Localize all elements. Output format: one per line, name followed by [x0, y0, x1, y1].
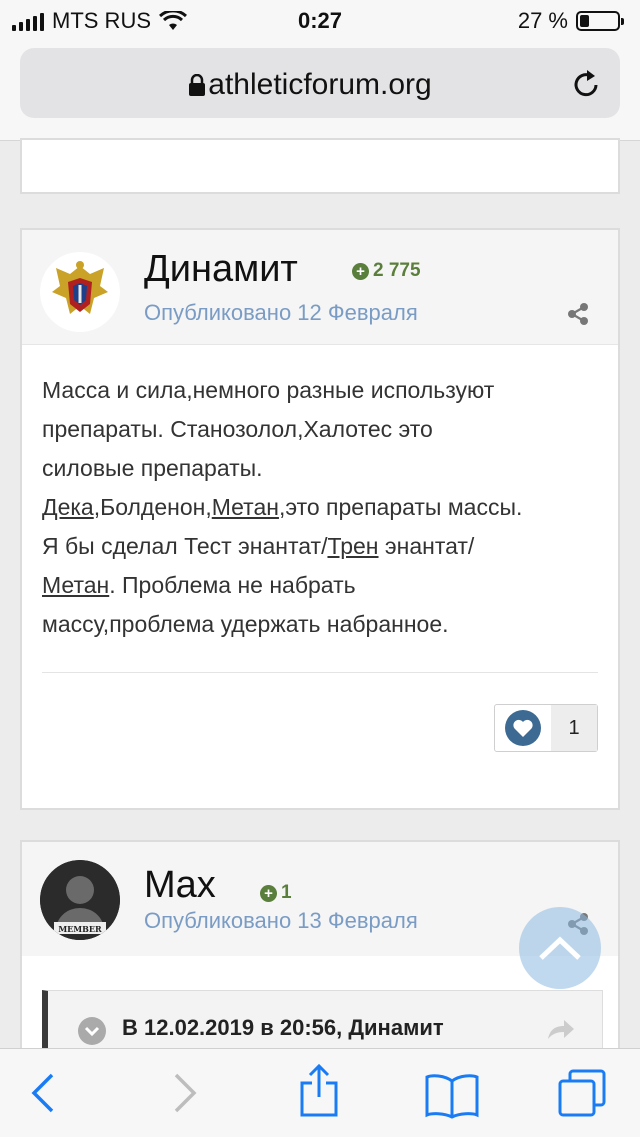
post-line: Дека,Болденон,Метан,это препараты массы. [42, 488, 598, 527]
post-body: Масса и сила,немного разные используют п… [22, 345, 618, 644]
heart-icon [513, 719, 533, 737]
text-fragment: энантат/ [378, 533, 475, 559]
browser-toolbar [0, 1048, 640, 1137]
share-sheet-icon[interactable] [298, 1063, 340, 1117]
post-line: массу,проблема удержать набранное. [42, 611, 449, 637]
reload-icon[interactable] [570, 68, 602, 100]
back-icon[interactable] [30, 1071, 56, 1115]
share-icon[interactable] [566, 302, 590, 326]
address-bar[interactable]: athleticforum.org [20, 48, 620, 118]
previous-post-fragment [20, 138, 620, 194]
text-fragment: . Проблема не набрать [109, 572, 356, 598]
browser-header: athleticforum.org [0, 40, 640, 141]
avatar-label: MEMBER [58, 924, 102, 934]
forward-icon[interactable] [172, 1071, 198, 1115]
plus-icon: + [352, 262, 369, 280]
post-dinamit: Динамит + 2 775 Опубликовано 12 Февраля … [20, 228, 620, 810]
battery-percent: 27 % [517, 8, 568, 33]
post-line: Метан. Проблема не набрать [42, 566, 598, 605]
plus-icon: + [260, 884, 277, 902]
avatar[interactable] [40, 252, 120, 332]
battery-area: 27 % [517, 8, 624, 34]
tabs-icon[interactable] [556, 1067, 608, 1119]
heart-area [495, 705, 551, 751]
scroll-to-top-button[interactable] [519, 907, 601, 989]
quote-header: В 12.02.2019 в 20:56, Динамит [122, 1015, 444, 1040]
reputation-badge: + 1 [260, 882, 292, 904]
divider [42, 672, 598, 673]
text-fragment: ,это препараты массы. [278, 494, 523, 520]
post-line: силовые препараты. [42, 455, 263, 481]
reputation-count: 1 [281, 882, 292, 903]
post-header: Динамит + 2 775 Опубликовано 12 Февраля [22, 230, 618, 345]
link-metan[interactable]: Метан [42, 572, 109, 598]
reputation-badge: + 2 775 [352, 260, 421, 282]
reputation-count: 2 775 [373, 260, 421, 281]
chevron-down-icon[interactable] [78, 1017, 106, 1045]
goto-quote-icon[interactable] [546, 1017, 576, 1041]
post-date[interactable]: Опубликовано 13 Февраля [144, 908, 418, 934]
text-fragment: ,Болденон, [93, 494, 212, 520]
like-button[interactable]: 1 [494, 704, 598, 752]
post-date[interactable]: Опубликовано 12 Февраля [144, 300, 418, 326]
post-line: Масса и сила,немного разные используют [42, 377, 495, 403]
battery-icon [576, 11, 624, 31]
url-domain: athleticforum.org [208, 68, 432, 101]
status-bar: MTS RUS 0:27 27 % [0, 0, 640, 40]
link-deka[interactable]: Дека [42, 494, 94, 520]
text-fragment: Я бы сделал Тест энантат/ [42, 533, 328, 559]
author-name[interactable]: Max [144, 864, 216, 907]
avatar[interactable]: MEMBER [40, 860, 120, 940]
post-line: Я бы сделал Тест энантат/Трен энантат/ [42, 527, 598, 566]
chevron-up-icon [539, 936, 581, 960]
link-metan[interactable]: Метан [212, 494, 279, 520]
post-line: препараты. Станозолол,Халотес это [42, 416, 433, 442]
author-name[interactable]: Динамит [144, 248, 298, 291]
emblem-icon [41, 253, 119, 331]
bookmarks-icon[interactable] [424, 1073, 480, 1119]
link-tren[interactable]: Трен [327, 533, 378, 559]
like-count: 1 [551, 705, 597, 751]
